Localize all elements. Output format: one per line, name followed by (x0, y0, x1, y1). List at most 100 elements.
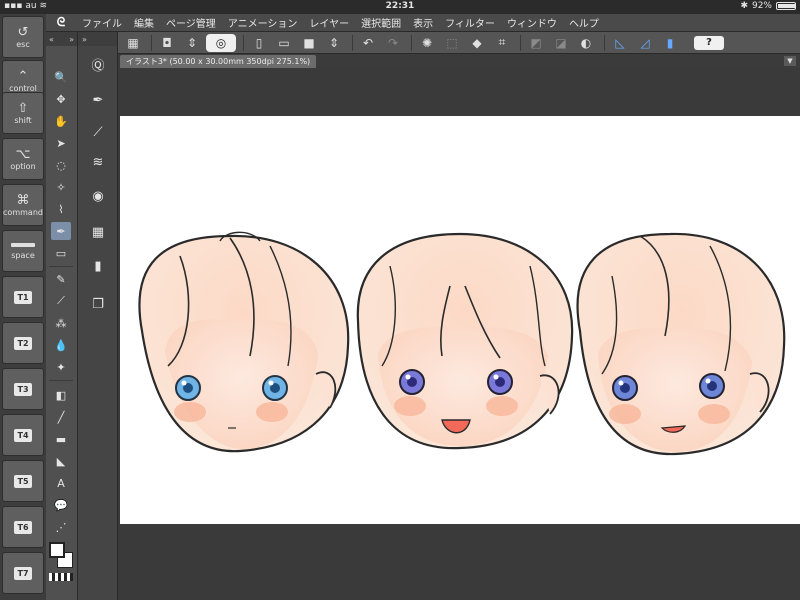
blend-tool-icon[interactable]: 💧 (51, 336, 71, 354)
canvas-area[interactable] (118, 68, 800, 600)
crop-icon[interactable]: ⌗ (491, 34, 513, 52)
color-history-icon[interactable]: ▮ (88, 256, 108, 276)
color-wheel-icon[interactable]: ◉ (88, 186, 108, 206)
auto-select-tool-icon[interactable]: ✧ (51, 178, 71, 196)
option-key[interactable]: ⌥ option (2, 138, 44, 180)
zoom-tool-icon[interactable]: 🔍 (51, 68, 71, 86)
separator (352, 34, 353, 51)
collapse-right-icon[interactable]: » (82, 35, 87, 44)
navigator-icon[interactable]: ❐ (88, 294, 108, 314)
document-tab[interactable]: イラスト3* (50.00 x 30.00mm 350dpi 275.1%) (120, 55, 317, 68)
grid-view-icon[interactable]: ▦ (122, 34, 144, 52)
tool-palette: « » 🔍 ✥ ✋ ➤ ◌ ✧ ⌇ ✒ ▭ ✎ ⟋ ⁂ 💧 ✦ ◧ ╱ ▬ ◣ … (46, 32, 78, 600)
pencil-tool-icon[interactable]: ✎ (51, 270, 71, 288)
menu-animation[interactable]: アニメーション (222, 15, 304, 30)
undo-arrow-icon: ↺ (17, 25, 29, 40)
help-button[interactable]: ? (694, 35, 724, 50)
transform-icon[interactable]: ⬚ (441, 34, 463, 52)
menu-bar: ᘓ ファイル 編集 ページ管理 アニメーション レイヤー 選択範囲 表示 フィル… (46, 14, 800, 32)
tab-menu-dropdown-icon[interactable]: ▼ (784, 56, 796, 66)
collapse-right-icon[interactable]: » (69, 35, 74, 44)
shift-key[interactable]: ⇧ shift (2, 92, 44, 134)
layer-panel-icon[interactable]: ≋ (88, 152, 108, 172)
sub-tool-icon[interactable]: ✒ (88, 90, 108, 110)
text-tool-icon[interactable]: A (51, 474, 71, 492)
chibi-head-3 (576, 232, 786, 456)
esc-key[interactable]: ↺ esc (2, 16, 44, 58)
command-label: command (3, 208, 43, 217)
tool-property-icon[interactable]: ⟋ (88, 122, 108, 142)
pen-tool-icon[interactable]: ✒ (51, 222, 71, 240)
shortcut-key-t2[interactable]: T2 (2, 322, 44, 364)
transparent-color-swatch[interactable] (49, 573, 73, 581)
lasso-tool-icon[interactable]: ◌ (51, 156, 71, 174)
brush-tool-icon[interactable]: ⟋ (51, 292, 71, 310)
separator (604, 34, 605, 51)
airbrush-tool-icon[interactable]: ⁂ (51, 314, 71, 332)
fill-bucket-icon[interactable]: ◆ (466, 34, 488, 52)
timelapse-record-button[interactable]: ◎ (206, 33, 236, 52)
selection-layer-icon[interactable]: ◐ (575, 34, 597, 52)
panel-column-header: » (78, 32, 117, 46)
collapse-left-icon[interactable]: « (49, 35, 54, 44)
battery-percent: 92% (751, 1, 772, 11)
move-tool-icon[interactable]: ✥ (51, 90, 71, 108)
menu-layer[interactable]: レイヤー (303, 15, 355, 30)
record-icon[interactable]: ◘ (156, 34, 178, 52)
chibi-head-2 (356, 232, 574, 450)
invert-selection-icon[interactable]: ◪ (550, 34, 572, 52)
undo-icon[interactable]: ↶ (357, 34, 379, 52)
color-swatches[interactable] (49, 542, 75, 570)
document-tab-title: イラスト3* (50.00 x 30.00mm 350dpi 275.1%) (126, 57, 311, 66)
shortcut-key-t5[interactable]: T5 (2, 460, 44, 502)
save-icon[interactable]: ■ (298, 34, 320, 52)
figure-tool-icon[interactable]: ╱ (51, 408, 71, 426)
eyedropper-tool-icon[interactable]: ⌇ (51, 200, 71, 218)
shortcut-key-t7[interactable]: T7 (2, 552, 44, 594)
shortcut-key-t1[interactable]: T1 (2, 276, 44, 318)
drawing-canvas[interactable] (120, 116, 800, 524)
menu-edit[interactable]: 編集 (128, 15, 160, 30)
command-key[interactable]: ⌘ command (2, 184, 44, 226)
shortcut-key-t3[interactable]: T3 (2, 368, 44, 410)
balloon-tool-icon[interactable]: 💬 (51, 496, 71, 514)
shortcut-label: T6 (14, 520, 32, 534)
menu-file[interactable]: ファイル (76, 15, 128, 30)
correct-line-tool-icon[interactable]: ⋰ (51, 518, 71, 536)
main-color-swatch[interactable] (49, 542, 65, 558)
hand-tool-icon[interactable]: ✋ (51, 112, 71, 130)
menu-page-management[interactable]: ページ管理 (160, 15, 222, 30)
clear-selection-icon[interactable]: ◩ (525, 34, 547, 52)
separator (151, 34, 152, 51)
grid-snap-icon[interactable]: ▮ (659, 34, 681, 52)
gradient-tool-icon[interactable]: ◧ (51, 386, 71, 404)
separator (49, 380, 73, 381)
menu-view[interactable]: 表示 (407, 15, 439, 30)
menu-help[interactable]: ヘルプ (563, 15, 605, 30)
shortcut-key-t4[interactable]: T4 (2, 414, 44, 456)
quick-access-icon[interactable]: Ⓠ (88, 54, 108, 74)
command-bar: ▦ ◘ ⇕ ◎ ▯ ▭ ■ ⇕ ↶ ↷ ✺ ⬚ ◆ ⌗ ◩ ◪ ◐ ◺ ◿ ▮ … (118, 32, 800, 54)
loading-spinner-icon[interactable]: ✺ (416, 34, 438, 52)
ruler-tool-icon[interactable]: ◣ (51, 452, 71, 470)
menu-window[interactable]: ウィンドウ (501, 15, 563, 30)
menu-selection[interactable]: 選択範囲 (355, 15, 407, 30)
redo-icon[interactable]: ↷ (382, 34, 404, 52)
app-logo-icon[interactable]: ᘓ (46, 15, 76, 30)
separator (243, 34, 244, 51)
operation-tool-icon[interactable]: ➤ (51, 134, 71, 152)
menu-filter[interactable]: フィルター (439, 15, 501, 30)
space-key[interactable]: space (2, 230, 44, 272)
ruler-snap-icon[interactable]: ◺ (609, 34, 631, 52)
shortcut-key-t6[interactable]: T6 (2, 506, 44, 548)
new-file-icon[interactable]: ▯ (248, 34, 270, 52)
open-folder-icon[interactable]: ▭ (273, 34, 295, 52)
decoration-tool-icon[interactable]: ✦ (51, 358, 71, 376)
updown-arrows-icon[interactable]: ⇕ (181, 34, 203, 52)
color-set-icon[interactable]: ▦ (88, 222, 108, 242)
eraser-tool-icon[interactable]: ▭ (51, 244, 71, 262)
special-ruler-snap-icon[interactable]: ◿ (634, 34, 656, 52)
frame-border-tool-icon[interactable]: ▬ (51, 430, 71, 448)
save-options-arrows-icon[interactable]: ⇕ (323, 34, 345, 52)
separator (49, 266, 73, 267)
